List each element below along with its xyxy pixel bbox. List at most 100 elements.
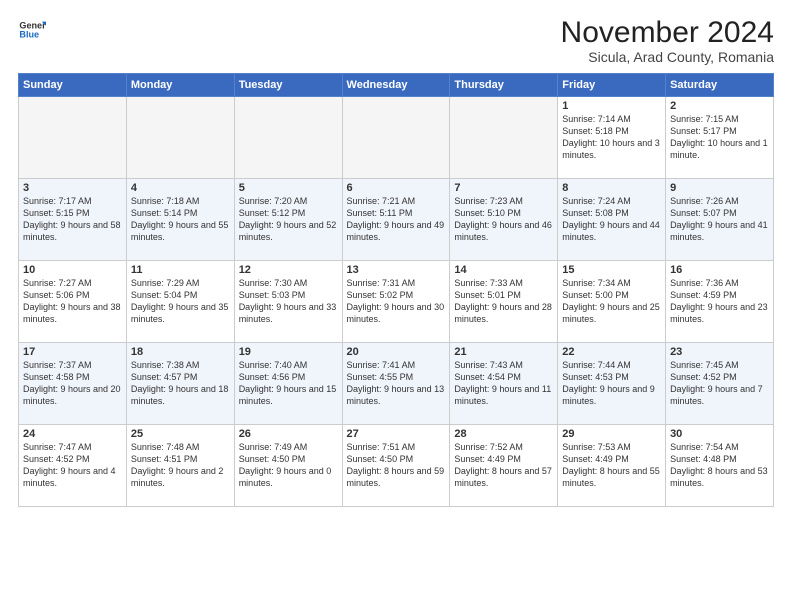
cell-content: Sunrise: 7:29 AM Sunset: 5:04 PM Dayligh…: [131, 277, 230, 326]
calendar-table: Sunday Monday Tuesday Wednesday Thursday…: [18, 73, 774, 507]
day-number: 5: [239, 182, 338, 194]
table-row: 27Sunrise: 7:51 AM Sunset: 4:50 PM Dayli…: [342, 425, 450, 507]
cell-content: Sunrise: 7:21 AM Sunset: 5:11 PM Dayligh…: [347, 195, 446, 244]
cell-content: Sunrise: 7:31 AM Sunset: 5:02 PM Dayligh…: [347, 277, 446, 326]
table-row: 14Sunrise: 7:33 AM Sunset: 5:01 PM Dayli…: [450, 261, 558, 343]
cell-content: Sunrise: 7:41 AM Sunset: 4:55 PM Dayligh…: [347, 359, 446, 408]
table-row: 26Sunrise: 7:49 AM Sunset: 4:50 PM Dayli…: [234, 425, 342, 507]
calendar-week-2: 3Sunrise: 7:17 AM Sunset: 5:15 PM Daylig…: [19, 179, 774, 261]
cell-content: Sunrise: 7:52 AM Sunset: 4:49 PM Dayligh…: [454, 441, 553, 490]
cell-content: Sunrise: 7:53 AM Sunset: 4:49 PM Dayligh…: [562, 441, 661, 490]
table-row: 12Sunrise: 7:30 AM Sunset: 5:03 PM Dayli…: [234, 261, 342, 343]
col-sunday: Sunday: [19, 74, 127, 97]
cell-content: Sunrise: 7:36 AM Sunset: 4:59 PM Dayligh…: [670, 277, 769, 326]
table-row: 3Sunrise: 7:17 AM Sunset: 5:15 PM Daylig…: [19, 179, 127, 261]
day-number: 24: [23, 428, 122, 440]
cell-content: Sunrise: 7:40 AM Sunset: 4:56 PM Dayligh…: [239, 359, 338, 408]
day-number: 13: [347, 264, 446, 276]
day-number: 22: [562, 346, 661, 358]
calendar-week-5: 24Sunrise: 7:47 AM Sunset: 4:52 PM Dayli…: [19, 425, 774, 507]
table-row: [19, 97, 127, 179]
day-number: 4: [131, 182, 230, 194]
table-row: 10Sunrise: 7:27 AM Sunset: 5:06 PM Dayli…: [19, 261, 127, 343]
table-row: 18Sunrise: 7:38 AM Sunset: 4:57 PM Dayli…: [126, 343, 234, 425]
calendar-week-3: 10Sunrise: 7:27 AM Sunset: 5:06 PM Dayli…: [19, 261, 774, 343]
cell-content: Sunrise: 7:51 AM Sunset: 4:50 PM Dayligh…: [347, 441, 446, 490]
table-row: 2Sunrise: 7:15 AM Sunset: 5:17 PM Daylig…: [666, 97, 774, 179]
cell-content: Sunrise: 7:34 AM Sunset: 5:00 PM Dayligh…: [562, 277, 661, 326]
svg-text:Blue: Blue: [19, 30, 39, 40]
day-number: 25: [131, 428, 230, 440]
day-number: 8: [562, 182, 661, 194]
calendar-week-1: 1Sunrise: 7:14 AM Sunset: 5:18 PM Daylig…: [19, 97, 774, 179]
month-title: November 2024: [561, 16, 774, 49]
day-number: 29: [562, 428, 661, 440]
table-row: [234, 97, 342, 179]
table-row: 30Sunrise: 7:54 AM Sunset: 4:48 PM Dayli…: [666, 425, 774, 507]
cell-content: Sunrise: 7:17 AM Sunset: 5:15 PM Dayligh…: [23, 195, 122, 244]
col-tuesday: Tuesday: [234, 74, 342, 97]
table-row: 25Sunrise: 7:48 AM Sunset: 4:51 PM Dayli…: [126, 425, 234, 507]
table-row: [342, 97, 450, 179]
cell-content: Sunrise: 7:45 AM Sunset: 4:52 PM Dayligh…: [670, 359, 769, 408]
day-number: 14: [454, 264, 553, 276]
day-number: 30: [670, 428, 769, 440]
day-number: 7: [454, 182, 553, 194]
day-number: 28: [454, 428, 553, 440]
table-row: 23Sunrise: 7:45 AM Sunset: 4:52 PM Dayli…: [666, 343, 774, 425]
day-number: 27: [347, 428, 446, 440]
logo: General Blue: [18, 16, 46, 44]
table-row: 17Sunrise: 7:37 AM Sunset: 4:58 PM Dayli…: [19, 343, 127, 425]
col-monday: Monday: [126, 74, 234, 97]
cell-content: Sunrise: 7:26 AM Sunset: 5:07 PM Dayligh…: [670, 195, 769, 244]
table-row: 29Sunrise: 7:53 AM Sunset: 4:49 PM Dayli…: [558, 425, 666, 507]
cell-content: Sunrise: 7:38 AM Sunset: 4:57 PM Dayligh…: [131, 359, 230, 408]
table-row: 15Sunrise: 7:34 AM Sunset: 5:00 PM Dayli…: [558, 261, 666, 343]
header: General Blue November 2024 Sicula, Arad …: [18, 16, 774, 65]
table-row: 28Sunrise: 7:52 AM Sunset: 4:49 PM Dayli…: [450, 425, 558, 507]
cell-content: Sunrise: 7:27 AM Sunset: 5:06 PM Dayligh…: [23, 277, 122, 326]
day-number: 12: [239, 264, 338, 276]
cell-content: Sunrise: 7:23 AM Sunset: 5:10 PM Dayligh…: [454, 195, 553, 244]
day-number: 3: [23, 182, 122, 194]
cell-content: Sunrise: 7:54 AM Sunset: 4:48 PM Dayligh…: [670, 441, 769, 490]
day-number: 23: [670, 346, 769, 358]
day-number: 10: [23, 264, 122, 276]
page: General Blue November 2024 Sicula, Arad …: [0, 0, 792, 612]
col-wednesday: Wednesday: [342, 74, 450, 97]
col-thursday: Thursday: [450, 74, 558, 97]
day-number: 1: [562, 100, 661, 112]
day-number: 17: [23, 346, 122, 358]
calendar-week-4: 17Sunrise: 7:37 AM Sunset: 4:58 PM Dayli…: [19, 343, 774, 425]
cell-content: Sunrise: 7:37 AM Sunset: 4:58 PM Dayligh…: [23, 359, 122, 408]
cell-content: Sunrise: 7:44 AM Sunset: 4:53 PM Dayligh…: [562, 359, 661, 408]
cell-content: Sunrise: 7:20 AM Sunset: 5:12 PM Dayligh…: [239, 195, 338, 244]
day-number: 18: [131, 346, 230, 358]
table-row: 4Sunrise: 7:18 AM Sunset: 5:14 PM Daylig…: [126, 179, 234, 261]
col-saturday: Saturday: [666, 74, 774, 97]
table-row: 9Sunrise: 7:26 AM Sunset: 5:07 PM Daylig…: [666, 179, 774, 261]
table-row: 19Sunrise: 7:40 AM Sunset: 4:56 PM Dayli…: [234, 343, 342, 425]
cell-content: Sunrise: 7:24 AM Sunset: 5:08 PM Dayligh…: [562, 195, 661, 244]
table-row: 20Sunrise: 7:41 AM Sunset: 4:55 PM Dayli…: [342, 343, 450, 425]
table-row: 6Sunrise: 7:21 AM Sunset: 5:11 PM Daylig…: [342, 179, 450, 261]
day-number: 16: [670, 264, 769, 276]
table-row: 24Sunrise: 7:47 AM Sunset: 4:52 PM Dayli…: [19, 425, 127, 507]
cell-content: Sunrise: 7:18 AM Sunset: 5:14 PM Dayligh…: [131, 195, 230, 244]
day-number: 26: [239, 428, 338, 440]
table-row: 8Sunrise: 7:24 AM Sunset: 5:08 PM Daylig…: [558, 179, 666, 261]
table-row: 22Sunrise: 7:44 AM Sunset: 4:53 PM Dayli…: [558, 343, 666, 425]
cell-content: Sunrise: 7:30 AM Sunset: 5:03 PM Dayligh…: [239, 277, 338, 326]
day-number: 21: [454, 346, 553, 358]
table-row: [126, 97, 234, 179]
table-row: [450, 97, 558, 179]
day-number: 6: [347, 182, 446, 194]
table-row: 11Sunrise: 7:29 AM Sunset: 5:04 PM Dayli…: [126, 261, 234, 343]
table-row: 16Sunrise: 7:36 AM Sunset: 4:59 PM Dayli…: [666, 261, 774, 343]
cell-content: Sunrise: 7:14 AM Sunset: 5:18 PM Dayligh…: [562, 113, 661, 162]
title-area: November 2024 Sicula, Arad County, Roman…: [561, 16, 774, 65]
day-number: 20: [347, 346, 446, 358]
table-row: 7Sunrise: 7:23 AM Sunset: 5:10 PM Daylig…: [450, 179, 558, 261]
table-row: 13Sunrise: 7:31 AM Sunset: 5:02 PM Dayli…: [342, 261, 450, 343]
location-subtitle: Sicula, Arad County, Romania: [561, 49, 774, 65]
